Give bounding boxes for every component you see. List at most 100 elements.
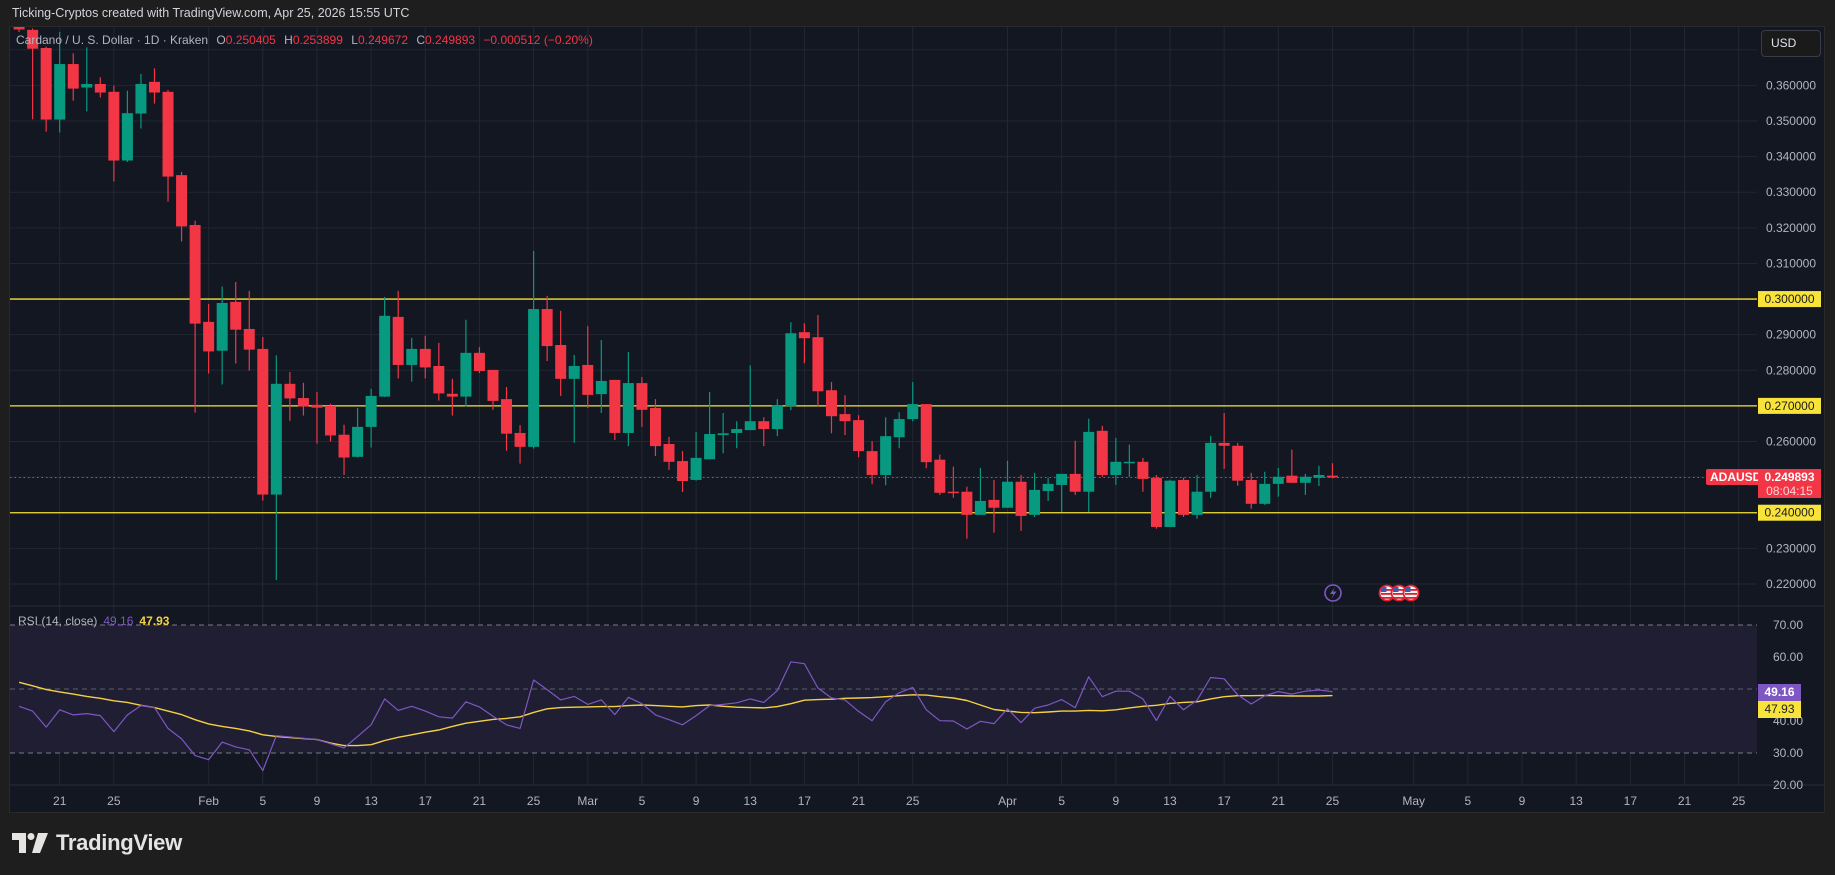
candle[interactable]	[121, 90, 133, 162]
candle[interactable]	[582, 326, 594, 409]
candle[interactable]	[1218, 413, 1230, 469]
candle[interactable]	[1150, 474, 1162, 529]
candle[interactable]	[135, 74, 147, 129]
candle[interactable]	[284, 372, 296, 421]
rsi-title[interactable]: RSI (14, close)	[18, 614, 97, 628]
candle[interactable]	[270, 355, 282, 581]
candle[interactable]	[148, 68, 160, 104]
lightning-icon[interactable]	[1324, 584, 1342, 602]
candle[interactable]	[677, 451, 689, 493]
candle[interactable]	[243, 290, 255, 371]
candle[interactable]	[40, 46, 52, 132]
candle[interactable]	[338, 424, 350, 475]
candle[interactable]	[446, 378, 458, 416]
candle[interactable]	[1083, 418, 1095, 513]
candle[interactable]	[325, 403, 336, 442]
candle[interactable]	[704, 392, 716, 460]
candle[interactable]	[1015, 474, 1027, 531]
candle[interactable]	[203, 304, 215, 374]
candle[interactable]	[528, 250, 540, 449]
candle[interactable]	[1123, 444, 1135, 477]
candle[interactable]	[988, 479, 1000, 533]
candle[interactable]	[1272, 467, 1284, 497]
candle[interactable]	[54, 31, 66, 133]
candle[interactable]	[1056, 473, 1068, 513]
candle[interactable]	[880, 417, 892, 486]
currency-button[interactable]: USD	[1761, 30, 1821, 57]
tradingview-logo[interactable]: TradingView	[12, 830, 182, 856]
candle[interactable]	[866, 441, 878, 485]
candle[interactable]	[595, 340, 607, 414]
candle[interactable]	[67, 53, 79, 101]
candle[interactable]	[1069, 440, 1081, 495]
candle[interactable]	[392, 290, 404, 379]
candle[interactable]	[1245, 472, 1257, 509]
candle[interactable]	[907, 382, 919, 422]
candle[interactable]	[974, 467, 986, 515]
candle[interactable]	[636, 377, 648, 427]
candle[interactable]	[1137, 457, 1149, 492]
candle[interactable]	[1205, 435, 1217, 498]
candle[interactable]	[853, 415, 865, 458]
candle[interactable]	[1042, 477, 1054, 501]
candle[interactable]	[365, 388, 377, 448]
candle[interactable]	[473, 347, 485, 374]
candle[interactable]	[541, 295, 553, 362]
candle[interactable]	[257, 337, 269, 501]
candle[interactable]	[94, 77, 106, 98]
candle[interactable]	[13, 23, 25, 32]
candle[interactable]	[893, 412, 905, 449]
symbol-title[interactable]: Cardano / U. S. Dollar · 1D · Kraken	[16, 33, 208, 47]
candle[interactable]	[460, 319, 472, 407]
candle[interactable]	[433, 342, 445, 401]
candle[interactable]	[311, 392, 323, 444]
candle[interactable]	[839, 395, 851, 436]
candle[interactable]	[622, 352, 634, 447]
candle[interactable]	[731, 421, 743, 449]
candle[interactable]	[1164, 479, 1176, 527]
price-tick-label: 0.340000	[1766, 150, 1816, 164]
candle[interactable]	[717, 413, 729, 454]
candle[interactable]	[825, 382, 837, 434]
candle[interactable]	[609, 379, 621, 441]
candle[interactable]	[690, 431, 702, 481]
candle[interactable]	[176, 171, 188, 242]
candle[interactable]	[934, 454, 946, 495]
candle[interactable]	[487, 369, 499, 410]
candle[interactable]	[1110, 437, 1122, 485]
candle[interactable]	[352, 408, 364, 458]
candle[interactable]	[1096, 425, 1108, 477]
candle[interactable]	[744, 365, 756, 431]
candle[interactable]	[1002, 460, 1013, 508]
us-flag-icon[interactable]	[1402, 584, 1420, 602]
candle[interactable]	[961, 486, 973, 539]
price-chart[interactable]: 21 25 Feb 5 9 13 17 21 25 Mar 5 9 13 17 21 25 Apr 5 9 13 17 2…	[0, 0, 1835, 875]
candle[interactable]	[649, 399, 661, 457]
candle[interactable]	[1299, 473, 1311, 495]
candle[interactable]	[812, 315, 824, 407]
candle[interactable]	[771, 399, 783, 437]
candle[interactable]	[406, 337, 418, 382]
candle[interactable]	[419, 335, 431, 379]
candle[interactable]	[1326, 463, 1338, 479]
candle[interactable]	[1029, 472, 1041, 517]
candle[interactable]	[798, 323, 810, 364]
candle[interactable]	[1232, 442, 1244, 486]
candle[interactable]	[297, 382, 309, 416]
candle[interactable]	[1286, 449, 1298, 483]
candle[interactable]	[1313, 465, 1325, 487]
candle[interactable]	[568, 354, 580, 443]
candle[interactable]	[1178, 477, 1190, 517]
candle[interactable]	[947, 466, 959, 498]
candle[interactable]	[189, 220, 201, 413]
candle[interactable]	[81, 47, 93, 112]
candle[interactable]	[379, 296, 391, 397]
candle[interactable]	[1191, 474, 1203, 519]
candle[interactable]	[920, 404, 932, 469]
candle[interactable]	[555, 310, 567, 396]
candle[interactable]	[162, 90, 174, 202]
candle[interactable]	[514, 425, 526, 464]
candle[interactable]	[785, 322, 797, 411]
candle[interactable]	[108, 85, 120, 182]
candle[interactable]	[230, 281, 242, 364]
